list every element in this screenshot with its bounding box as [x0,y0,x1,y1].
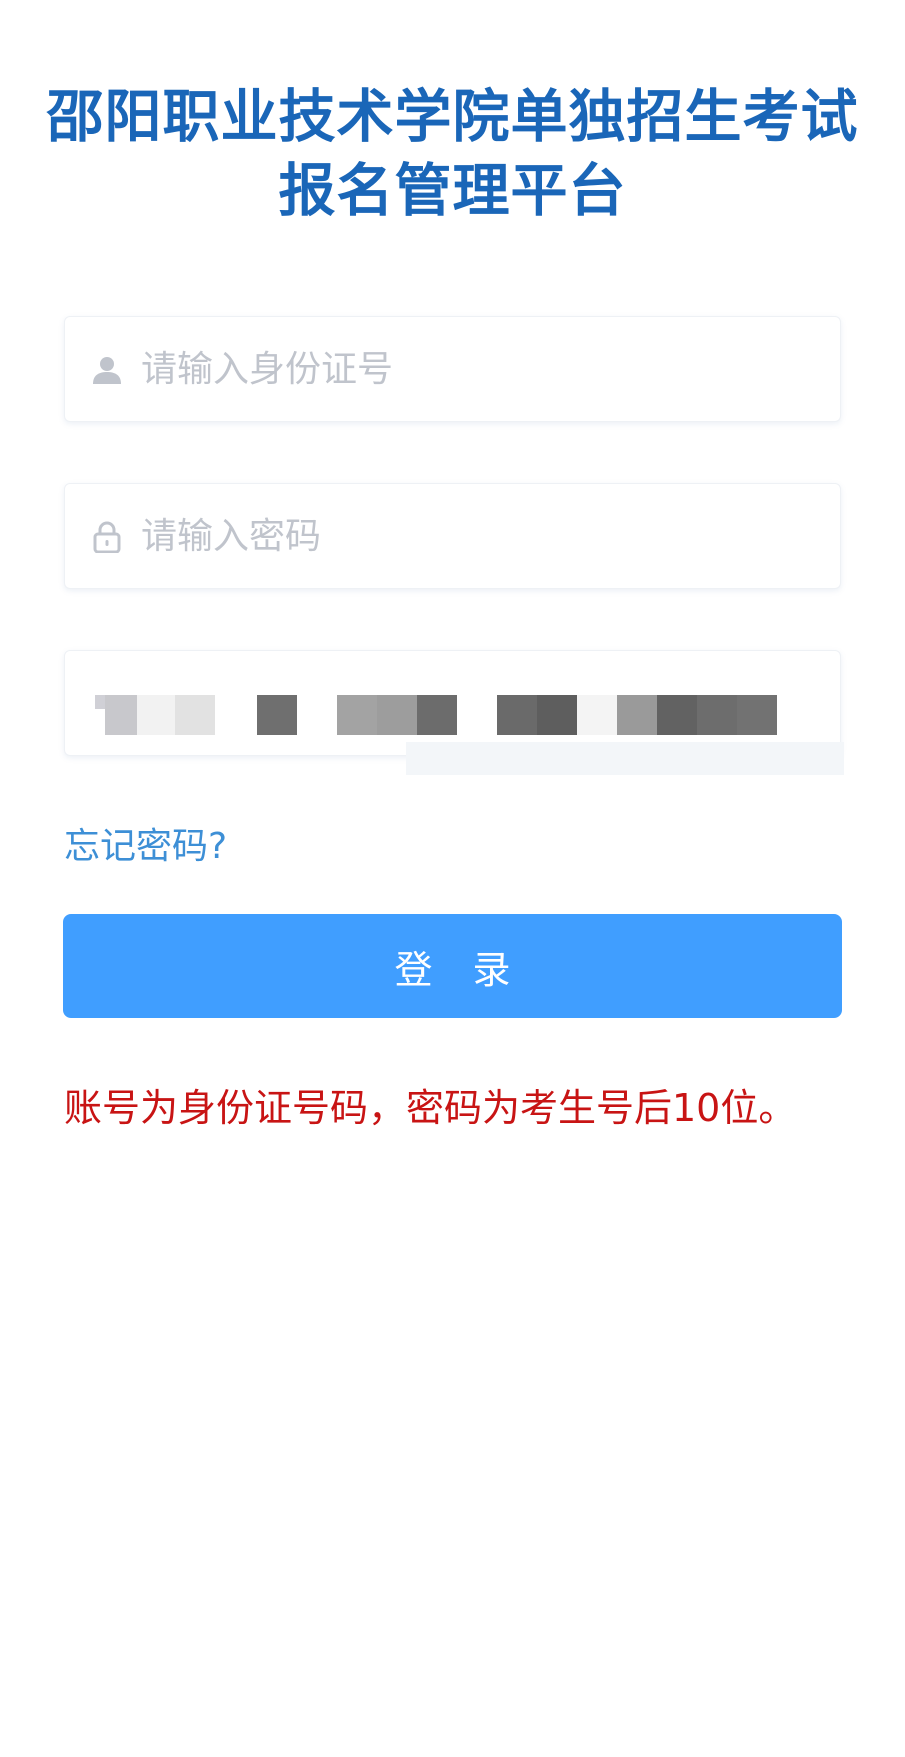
captcha-image[interactable] [406,657,844,775]
page-title: 邵阳职业技术学院单独招生考试报名管理平台 [46,84,859,224]
account-notice: 账号为身份证号码，密码为考生号后10位。 [64,1086,797,1130]
user-icon [91,354,123,386]
password-field[interactable] [64,483,841,589]
password-input[interactable] [141,484,821,588]
captcha-field[interactable] [64,650,844,775]
id-number-field[interactable] [64,316,841,422]
id-number-input[interactable] [141,317,821,421]
forgot-password-link[interactable]: 忘记密码? [64,820,227,874]
login-button[interactable]: 登 录 [63,914,842,1018]
lock-icon [91,521,123,554]
